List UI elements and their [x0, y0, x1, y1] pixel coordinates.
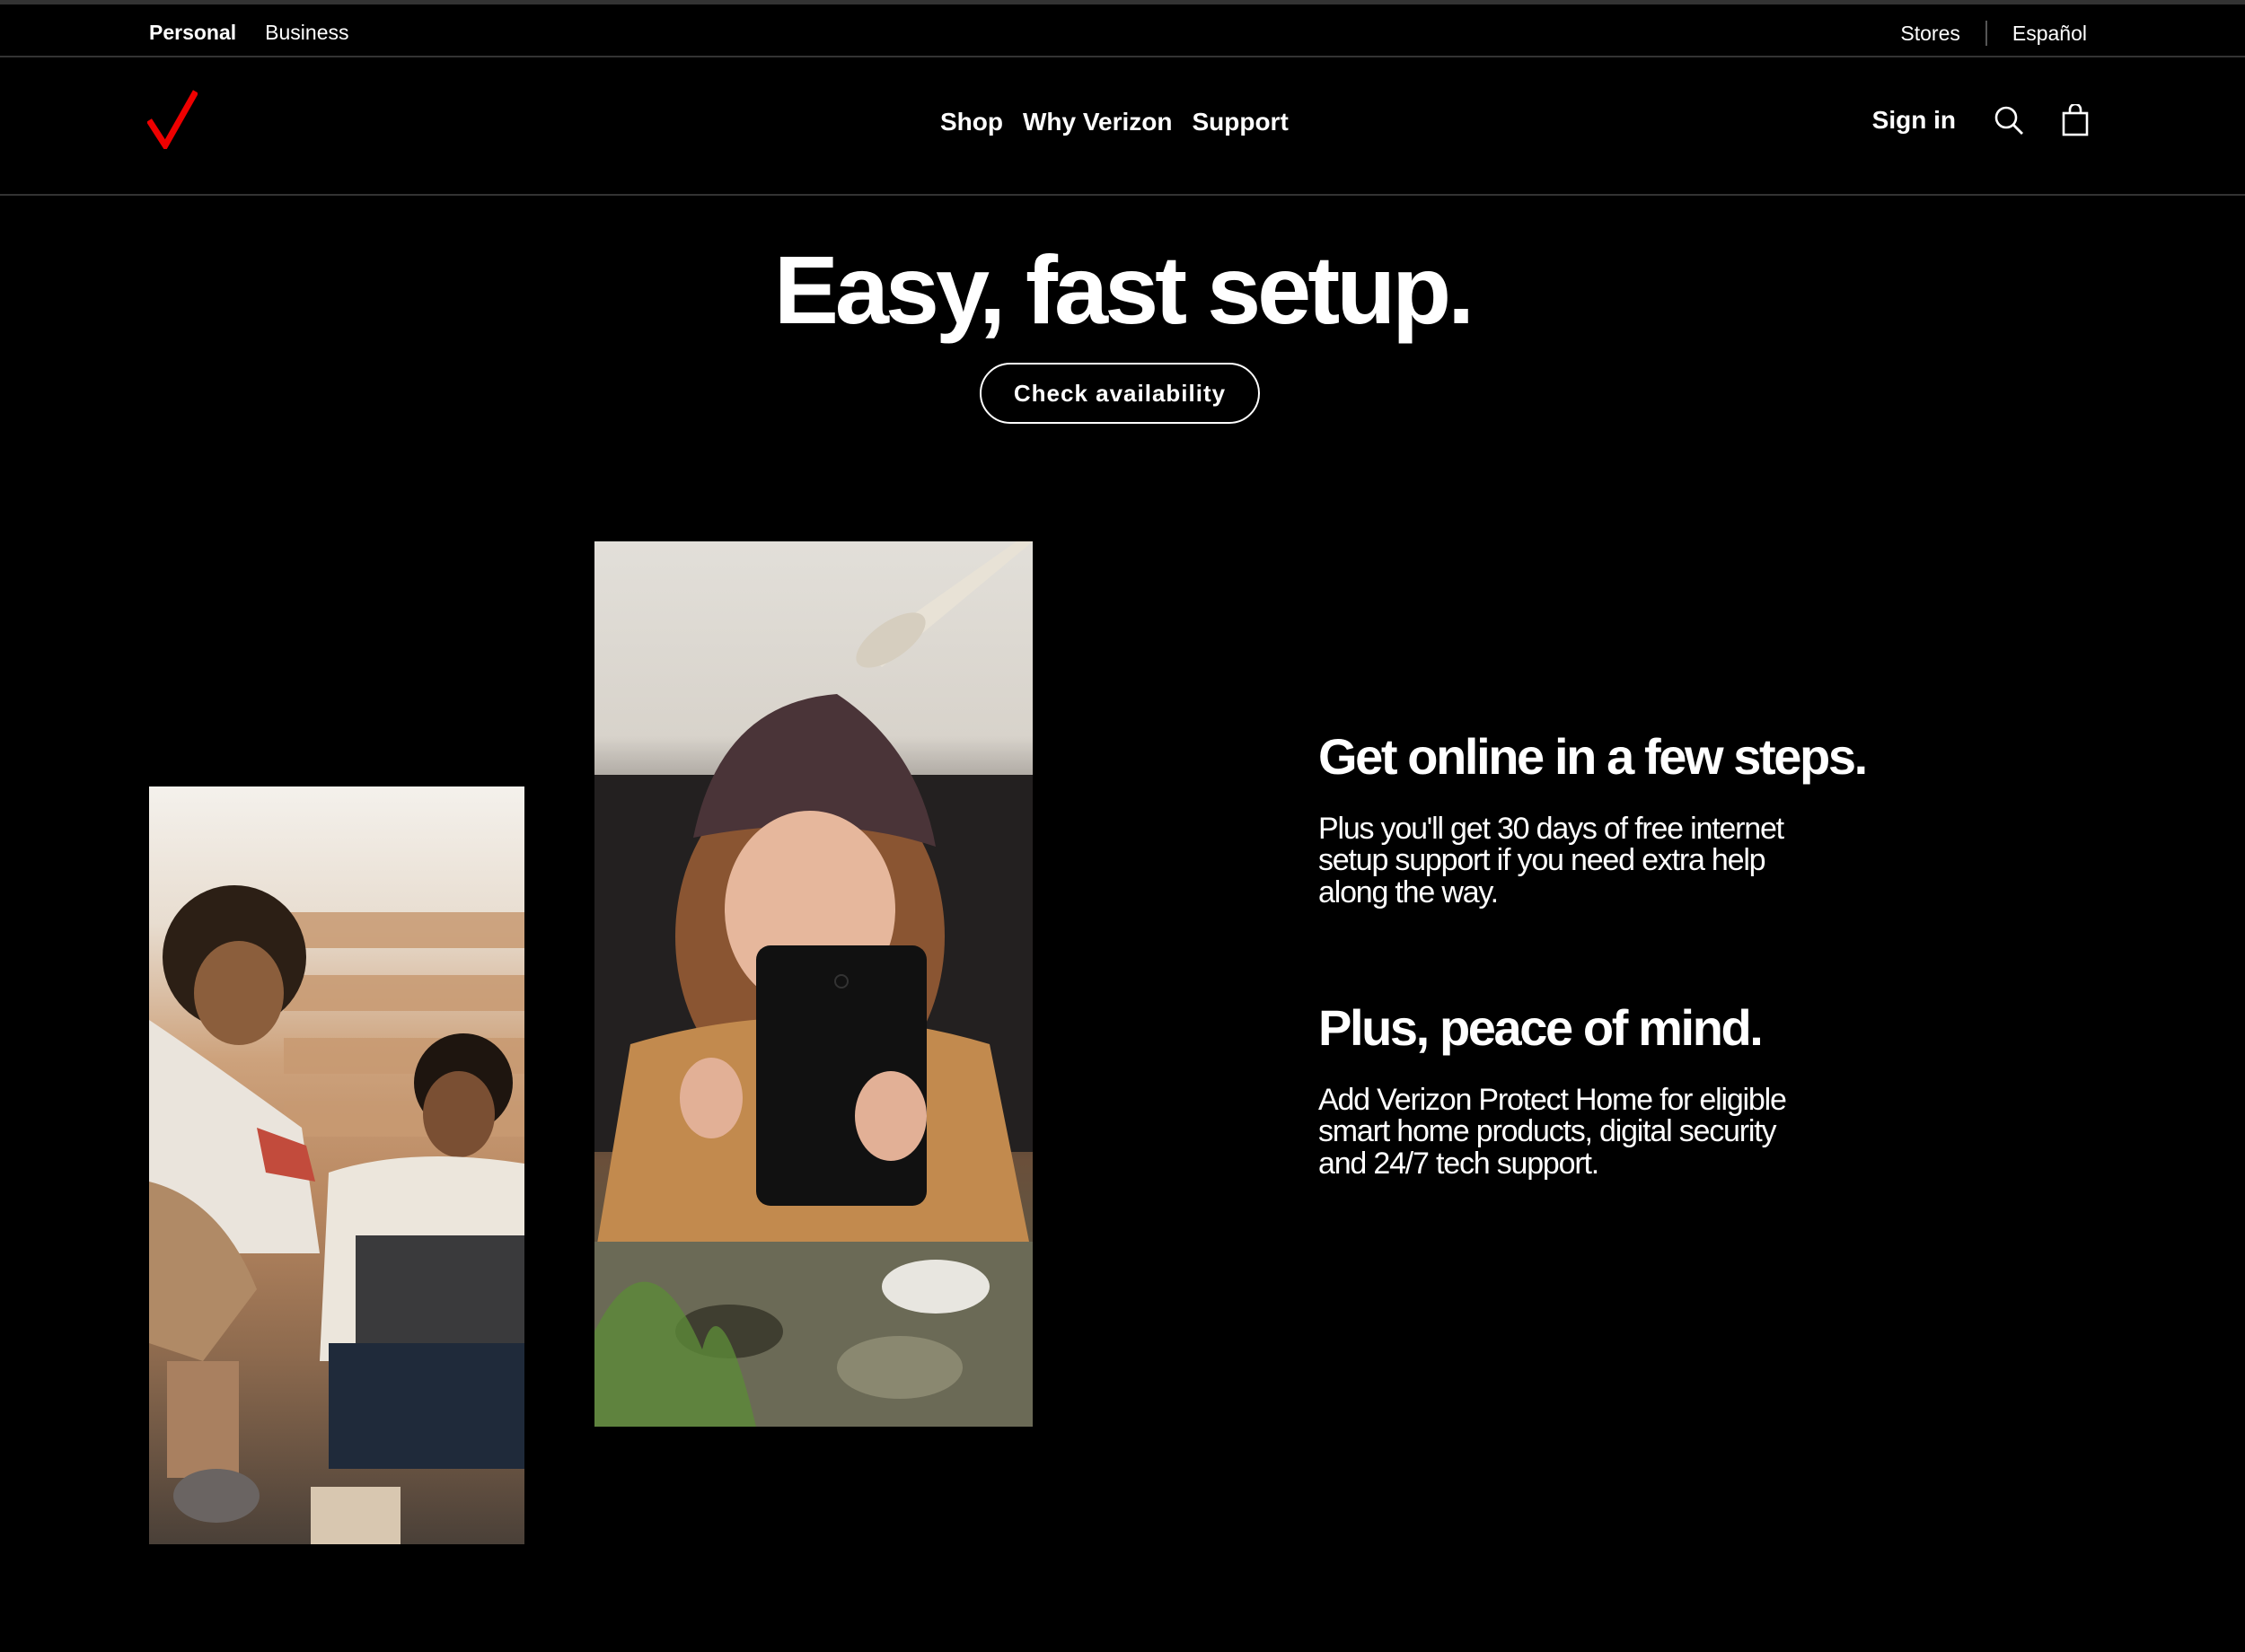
utility-divider: [1985, 21, 1987, 46]
personal-link[interactable]: Personal: [149, 21, 236, 45]
primary-menu: Shop Why Verizon Support: [940, 108, 1289, 136]
utility-links: Stores Español: [1900, 21, 2087, 46]
check-availability-button[interactable]: Check availability: [980, 363, 1260, 424]
shopping-bag-icon[interactable]: [2062, 104, 2089, 136]
feature-heading: Plus, peace of mind.: [1318, 999, 1764, 1056]
feature-block-2: Plus, peace of mind. Add Verizon Protect…: [1318, 1000, 1947, 1181]
kids-on-stairs-photo: [149, 786, 524, 1544]
verizon-checkmark-icon[interactable]: [146, 90, 199, 152]
business-link[interactable]: Business: [265, 21, 348, 45]
account-tools: Sign in: [1872, 104, 2089, 136]
search-icon[interactable]: [1994, 105, 2024, 136]
feature-body: Add Verizon Protect Home for eligible sm…: [1318, 1082, 1787, 1181]
feature-body: Plus you'll get 30 days of free internet…: [1318, 811, 1784, 909]
nav-why-verizon[interactable]: Why Verizon: [1023, 108, 1172, 136]
segment-switcher: Personal Business: [149, 21, 348, 45]
sign-in-link[interactable]: Sign in: [1872, 106, 1956, 135]
woman-with-tablet-photo: [594, 541, 1033, 1427]
stores-link[interactable]: Stores: [1900, 22, 1959, 46]
utility-bar: Personal Business Stores Español: [0, 0, 2245, 57]
nav-shop[interactable]: Shop: [940, 108, 1003, 136]
main-nav: Shop Why Verizon Support Sign in: [0, 57, 2245, 196]
page-title: Easy, fast setup.: [773, 235, 1475, 344]
nav-support[interactable]: Support: [1192, 108, 1288, 136]
page: Personal Business Stores Español Shop Wh…: [0, 0, 2245, 1652]
espanol-link[interactable]: Español: [2012, 22, 2087, 46]
feature-heading: Get online in a few steps.: [1318, 728, 1868, 785]
feature-block-1: Get online in a few steps. Plus you'll g…: [1318, 729, 1947, 909]
